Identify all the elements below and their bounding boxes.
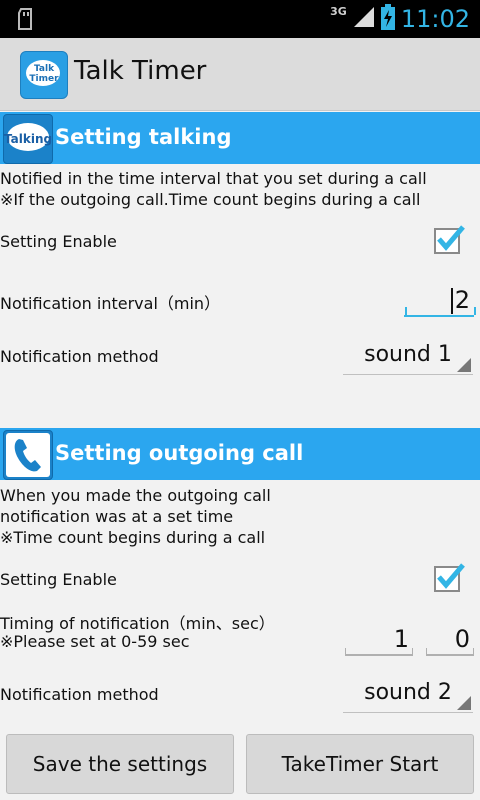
talking-method-spinner[interactable]: sound 1 [343,338,473,375]
app-logo-icon: Talk Timer [20,51,68,99]
status-bar: 3G 11:02 [0,0,480,38]
outgoing-description-3: ※Time count begins during a call [0,528,266,547]
signal-icon [353,6,375,32]
sd-card-icon [18,8,34,30]
outgoing-description-2: notification was at a set time [0,507,234,526]
app-title: Talk Timer [74,56,207,86]
timing-seconds-value: 0 [454,625,470,653]
talking-bubble-icon: Talking [3,114,53,164]
timing-note: ※Please set at 0-59 sec [0,632,190,651]
network-type: 3G [330,4,347,18]
talking-method-label: Notification method [0,347,159,366]
section-header-outgoing: Setting outgoing call [0,428,480,480]
notification-interval-input[interactable]: 2 [404,285,476,317]
timing-label: Timing of notification（min、sec） [0,614,275,633]
talking-method-value: sound 1 [364,342,452,367]
outgoing-description-1: When you made the outgoing call [0,486,271,505]
talking-description-2: ※If the outgoing call.Time count begins … [0,190,421,209]
dropdown-arrow-icon [457,358,471,372]
outgoing-method-spinner[interactable]: sound 2 [343,676,473,713]
text-cursor [450,288,453,314]
outgoing-method-value: sound 2 [364,680,452,705]
talking-description-1: Notified in the time interval that you s… [0,169,427,188]
dropdown-arrow-icon [457,696,471,710]
section-header-talking: Talking Setting talking [0,112,480,164]
section-title-talking: Setting talking [55,125,232,149]
notification-interval-label: Notification interval（min） [0,294,221,313]
notification-interval-value: 2 [454,286,470,314]
phone-icon [3,430,53,480]
save-settings-button[interactable]: Save the settings [6,734,234,794]
battery-charging-icon [380,4,395,34]
timing-minutes-input[interactable]: 1 [345,624,413,656]
checkmark-icon [437,563,465,589]
checkmark-icon [437,225,465,251]
talking-enable-label: Setting Enable [0,232,117,251]
talking-enable-checkbox[interactable] [434,225,465,254]
timing-seconds-input[interactable]: 0 [426,624,474,656]
outgoing-method-label: Notification method [0,685,159,704]
section-title-outgoing: Setting outgoing call [55,441,304,465]
outgoing-enable-label: Setting Enable [0,570,117,589]
take-timer-start-button[interactable]: TakeTimer Start [246,734,474,794]
action-bar: Talk Timer Talk Timer [0,38,480,111]
timing-minutes-value: 1 [393,625,409,653]
clock: 11:02 [400,5,470,33]
outgoing-enable-checkbox[interactable] [434,563,465,592]
